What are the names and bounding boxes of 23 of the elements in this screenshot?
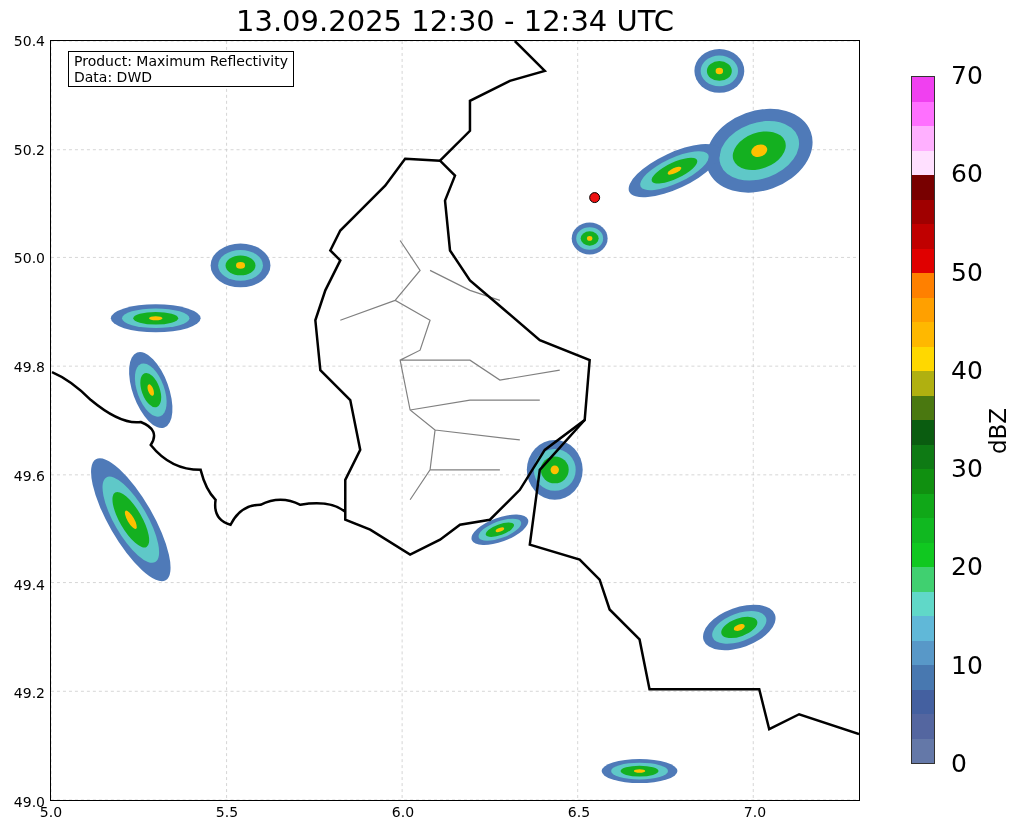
colorbar-tick-label: 0	[951, 750, 967, 778]
y-tick-label: 49.8	[13, 359, 45, 376]
colorbar-tick-label: 30	[951, 455, 983, 484]
info-text: Data: DWD	[74, 69, 153, 85]
colorbar-tick-label: 20	[951, 553, 983, 582]
info-text: Product: Maximum Reflectivity	[74, 53, 288, 69]
colorbar-tick-label: 40	[951, 356, 983, 385]
x-tick-label: 6.5	[567, 803, 591, 821]
chart-title: 13.09.2025 12:30 - 12:34 UTC	[236, 4, 674, 38]
y-tick-label: 49.6	[13, 467, 45, 484]
y-tick-label: 50.2	[13, 141, 45, 158]
colorbar-tick-label: 10	[951, 651, 983, 680]
y-tick-label: 50.0	[13, 250, 45, 267]
x-tick-label: 6.0	[391, 803, 415, 821]
y-tick-label: 49.4	[13, 576, 45, 593]
y-tick-label: 49.2	[13, 685, 45, 702]
colorbar-label: dBZ	[984, 407, 1012, 455]
colorbar-tick-label: 60	[951, 160, 983, 189]
colorbar-tick-label: 50	[951, 258, 983, 287]
x-tick-label: 7.0	[743, 803, 767, 821]
colorbar-tick-label: 70	[951, 62, 983, 90]
y-tick-label: 50.4	[13, 33, 45, 49]
x-tick-label: 5.5	[215, 803, 239, 821]
